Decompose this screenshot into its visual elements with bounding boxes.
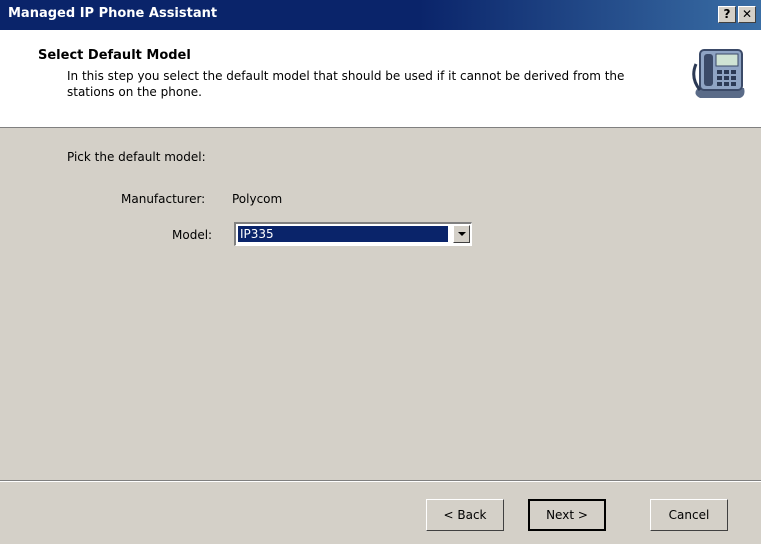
next-button[interactable]: Next >: [528, 499, 606, 531]
phone-icon: [692, 49, 745, 98]
pick-model-prompt: Pick the default model:: [67, 150, 206, 164]
manufacturer-value: Polycom: [232, 192, 283, 206]
wizard-header: Select Default Model In this step you se…: [0, 30, 761, 128]
title-bar: Managed IP Phone Assistant ? ✕: [0, 0, 761, 30]
chevron-down-icon[interactable]: [453, 225, 470, 243]
footer-separator: [0, 480, 761, 482]
model-select[interactable]: IP335: [234, 222, 472, 246]
close-button[interactable]: ✕: [738, 6, 756, 23]
manufacturer-label: Manufacturer:: [121, 192, 206, 206]
step-title: Select Default Model: [38, 48, 191, 63]
wizard-window: Managed IP Phone Assistant ? ✕ Select De…: [0, 0, 761, 544]
cancel-button[interactable]: Cancel: [650, 499, 728, 531]
step-description: In this step you select the default mode…: [67, 69, 625, 99]
model-label: Model:: [172, 228, 213, 242]
model-select-value: IP335: [238, 226, 448, 242]
window-title: Managed IP Phone Assistant: [8, 6, 218, 21]
help-button[interactable]: ?: [718, 6, 736, 23]
back-button[interactable]: < Back: [426, 499, 504, 531]
